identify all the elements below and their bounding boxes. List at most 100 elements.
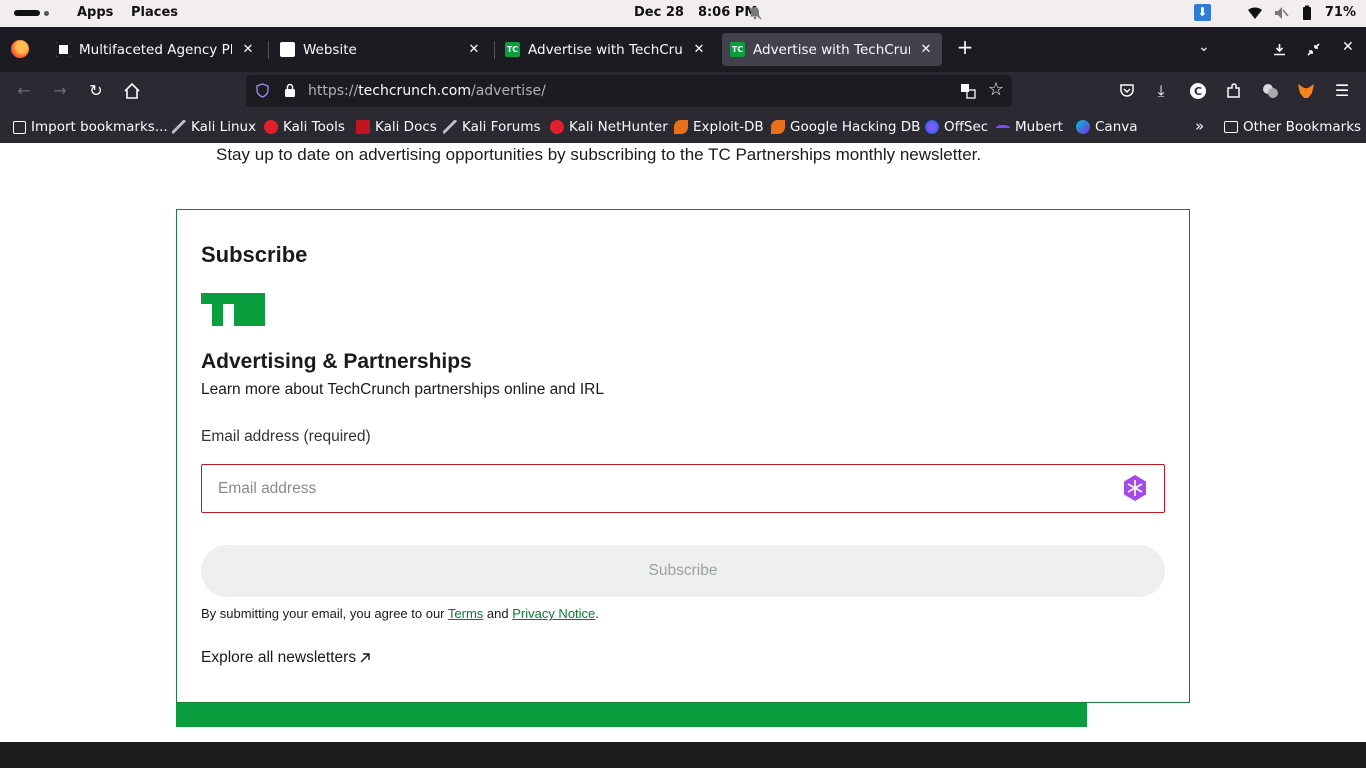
forward-arrow-icon[interactable]: → (50, 81, 70, 101)
newsletter-intro-text: Stay up to date on advertising opportuni… (216, 145, 982, 164)
download-indicator-icon[interactable]: ⬇ (1193, 4, 1211, 21)
close-tab-icon[interactable]: ✕ (918, 42, 934, 57)
external-arrow-icon (360, 653, 370, 663)
close-tab-icon[interactable]: ✕ (240, 42, 256, 57)
mubert-icon (996, 125, 1010, 133)
kali-forums-icon (443, 120, 457, 134)
email-field[interactable] (201, 464, 1165, 513)
apps-menu[interactable]: Apps (77, 5, 113, 20)
bookmark-mubert[interactable]: Mubert (996, 119, 1063, 135)
subscribe-card: Subscribe Advertising & Partnerships Lea… (176, 209, 1190, 703)
bookmark-kali-docs[interactable]: Kali Docs (356, 119, 437, 135)
bookmark-offsec[interactable]: OffSec (925, 119, 988, 135)
reload-icon[interactable]: ↻ (86, 81, 106, 101)
privacy-notice-link[interactable]: Privacy Notice (512, 606, 595, 621)
techcrunch-logo (201, 293, 265, 326)
other-bookmarks[interactable]: Other Bookmarks (1224, 119, 1361, 135)
wifi-icon[interactable] (1247, 5, 1263, 21)
system-top-bar: Apps Places Dec 28 8:06 PM ⬇ 71% (0, 0, 1366, 27)
chatgpt-icon (56, 42, 71, 57)
webpage-content: Stay up to date on advertising opportuni… (0, 143, 1366, 768)
legal-suffix: . (595, 606, 599, 621)
tab-title: Website (303, 41, 357, 58)
kali-nethunter-icon (550, 120, 564, 134)
bookmark-label: Google Hacking DB (790, 119, 921, 135)
tab-website[interactable]: Website ✕ (272, 33, 490, 66)
offsec-icon (925, 120, 939, 134)
explore-newsletters-link[interactable]: Explore all newsletters (201, 649, 371, 667)
extensions-puzzle-icon[interactable] (1224, 81, 1244, 101)
bookmarks-toolbar: Import bookmarks... Kali Linux Kali Tool… (0, 110, 1366, 143)
list-all-tabs-chevron-icon[interactable]: ⌄ (1198, 39, 1210, 55)
translate-icon[interactable] (960, 83, 976, 99)
password-manager-extension-icon[interactable] (1122, 474, 1148, 502)
kali-dragon-icon (172, 120, 186, 134)
restore-window-icon[interactable] (1307, 43, 1320, 56)
url-host: techcrunch.com (358, 83, 471, 99)
battery-icon[interactable] (1299, 5, 1315, 21)
bookmark-kali-linux[interactable]: Kali Linux (172, 119, 256, 135)
url-text[interactable]: https://techcrunch.com/advertise/ (308, 83, 546, 99)
tab-divider (494, 41, 495, 59)
tab-multifaceted-agency-plan[interactable]: Multifaceted Agency Plan ✕ (48, 33, 264, 66)
tab-title: Advertise with TechCrunch (753, 41, 910, 58)
bookmark-canva[interactable]: Canva (1076, 119, 1138, 135)
newsletter-description: Learn more about TechCrunch partnerships… (201, 381, 604, 398)
bookmark-label: OffSec (944, 119, 989, 135)
url-path: /advertise/ (470, 83, 546, 99)
metamask-fox-icon[interactable] (1296, 81, 1316, 101)
kali-docs-icon (356, 120, 370, 134)
minimize-window-icon[interactable] (1273, 43, 1286, 56)
bookmark-label: Kali Forums (462, 119, 541, 135)
newsletter-title: Advertising & Partnerships (201, 350, 472, 373)
extension-blob-icon[interactable] (1260, 81, 1280, 101)
downloads-icon[interactable]: ⤓ (1151, 81, 1171, 101)
bookmark-label: Kali NetHunter (569, 119, 668, 135)
svg-text:C: C (1194, 85, 1202, 98)
tracking-protection-shield-icon[interactable] (256, 83, 269, 98)
home-icon[interactable] (122, 81, 142, 101)
subscribe-button[interactable]: Subscribe (201, 545, 1165, 597)
volume-muted-icon[interactable] (1273, 5, 1289, 21)
tab-advertise-techcrunch-active[interactable]: TC Advertise with TechCrunch ✕ (722, 33, 942, 66)
address-bar[interactable]: https://techcrunch.com/advertise/ ☆ (246, 75, 1012, 107)
clock[interactable]: Dec 28 8:06 PM (634, 5, 757, 20)
lock-icon[interactable] (284, 83, 296, 98)
back-arrow-icon[interactable]: ← (14, 81, 34, 101)
bookmark-label: Kali Tools (283, 119, 345, 135)
bookmark-import[interactable]: Import bookmarks... (13, 119, 168, 135)
activities-indicator[interactable] (14, 10, 50, 16)
bookmark-label: Kali Docs (375, 119, 437, 135)
techcrunch-icon: TC (730, 42, 745, 57)
navigation-toolbar: ← → ↻ https://techcrunch.com/advertise/ … (0, 72, 1366, 110)
kali-tools-icon (264, 120, 278, 134)
bookmark-kali-nethunter[interactable]: Kali NetHunter (550, 119, 668, 135)
tab-title: Multifaceted Agency Plan (79, 41, 232, 58)
close-tab-icon[interactable]: ✕ (466, 42, 482, 57)
firefox-icon[interactable] (11, 40, 29, 58)
legal-and: and (483, 606, 513, 621)
bookmark-exploit-db[interactable]: Exploit-DB (674, 119, 764, 135)
legal-notice: By submitting your email, you agree to o… (201, 606, 599, 621)
places-menu[interactable]: Places (131, 5, 178, 20)
terms-link[interactable]: Terms (448, 606, 483, 621)
pocket-icon[interactable] (1117, 81, 1137, 101)
extension-c-icon[interactable]: C (1188, 81, 1208, 101)
new-tab-button[interactable]: + (955, 37, 975, 58)
bookmark-google-hacking-db[interactable]: Google Hacking DB (771, 119, 920, 135)
website-icon (280, 42, 295, 57)
bookmark-label: Exploit-DB (693, 119, 764, 135)
bookmark-star-icon[interactable]: ☆ (988, 81, 1004, 99)
tab-title: Advertise with TechCrunch (528, 41, 683, 58)
bookmarks-overflow-chevron-icon[interactable]: » (1195, 117, 1204, 135)
bookmark-kali-forums[interactable]: Kali Forums (443, 119, 541, 135)
bookmark-kali-tools[interactable]: Kali Tools (264, 119, 345, 135)
email-field-label: Email address (required) (201, 428, 371, 445)
techcrunch-icon: TC (505, 42, 520, 57)
close-tab-icon[interactable]: ✕ (691, 42, 707, 57)
close-window-icon[interactable]: ✕ (1342, 39, 1354, 55)
tab-divider (268, 41, 269, 59)
battery-percentage: 71% (1324, 5, 1356, 20)
tab-advertise-techcrunch[interactable]: TC Advertise with TechCrunch ✕ (497, 33, 715, 66)
app-menu-hamburger-icon[interactable]: ☰ (1332, 81, 1352, 101)
